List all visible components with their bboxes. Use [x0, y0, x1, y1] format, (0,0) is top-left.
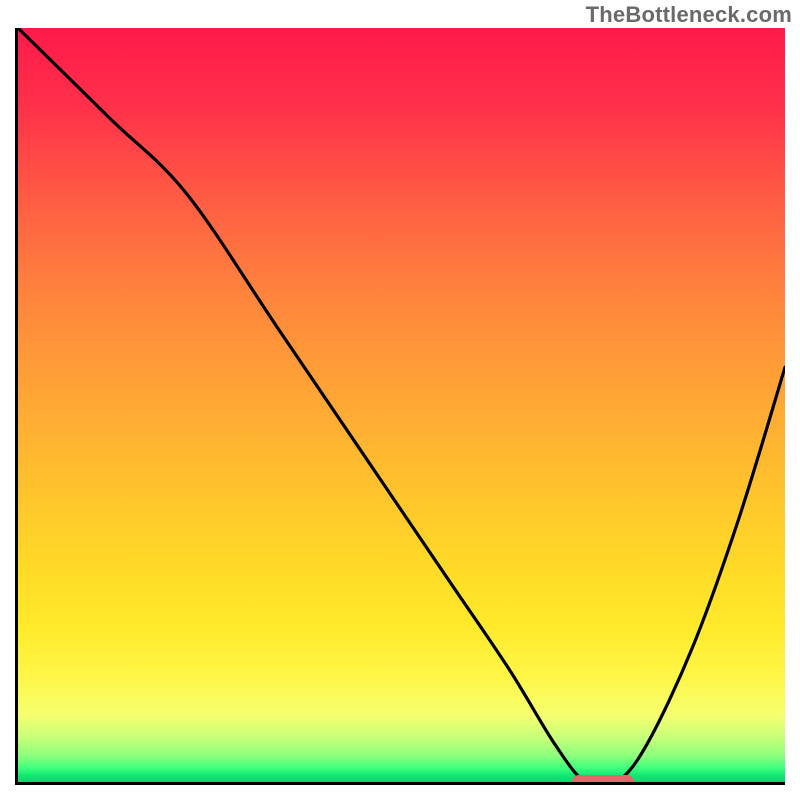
bottleneck-curve: [18, 28, 785, 782]
optimal-range-marker: [572, 775, 634, 785]
watermark-text: TheBottleneck.com: [586, 2, 792, 28]
plot-area: [15, 28, 785, 785]
chart-frame: TheBottleneck.com: [0, 0, 800, 800]
